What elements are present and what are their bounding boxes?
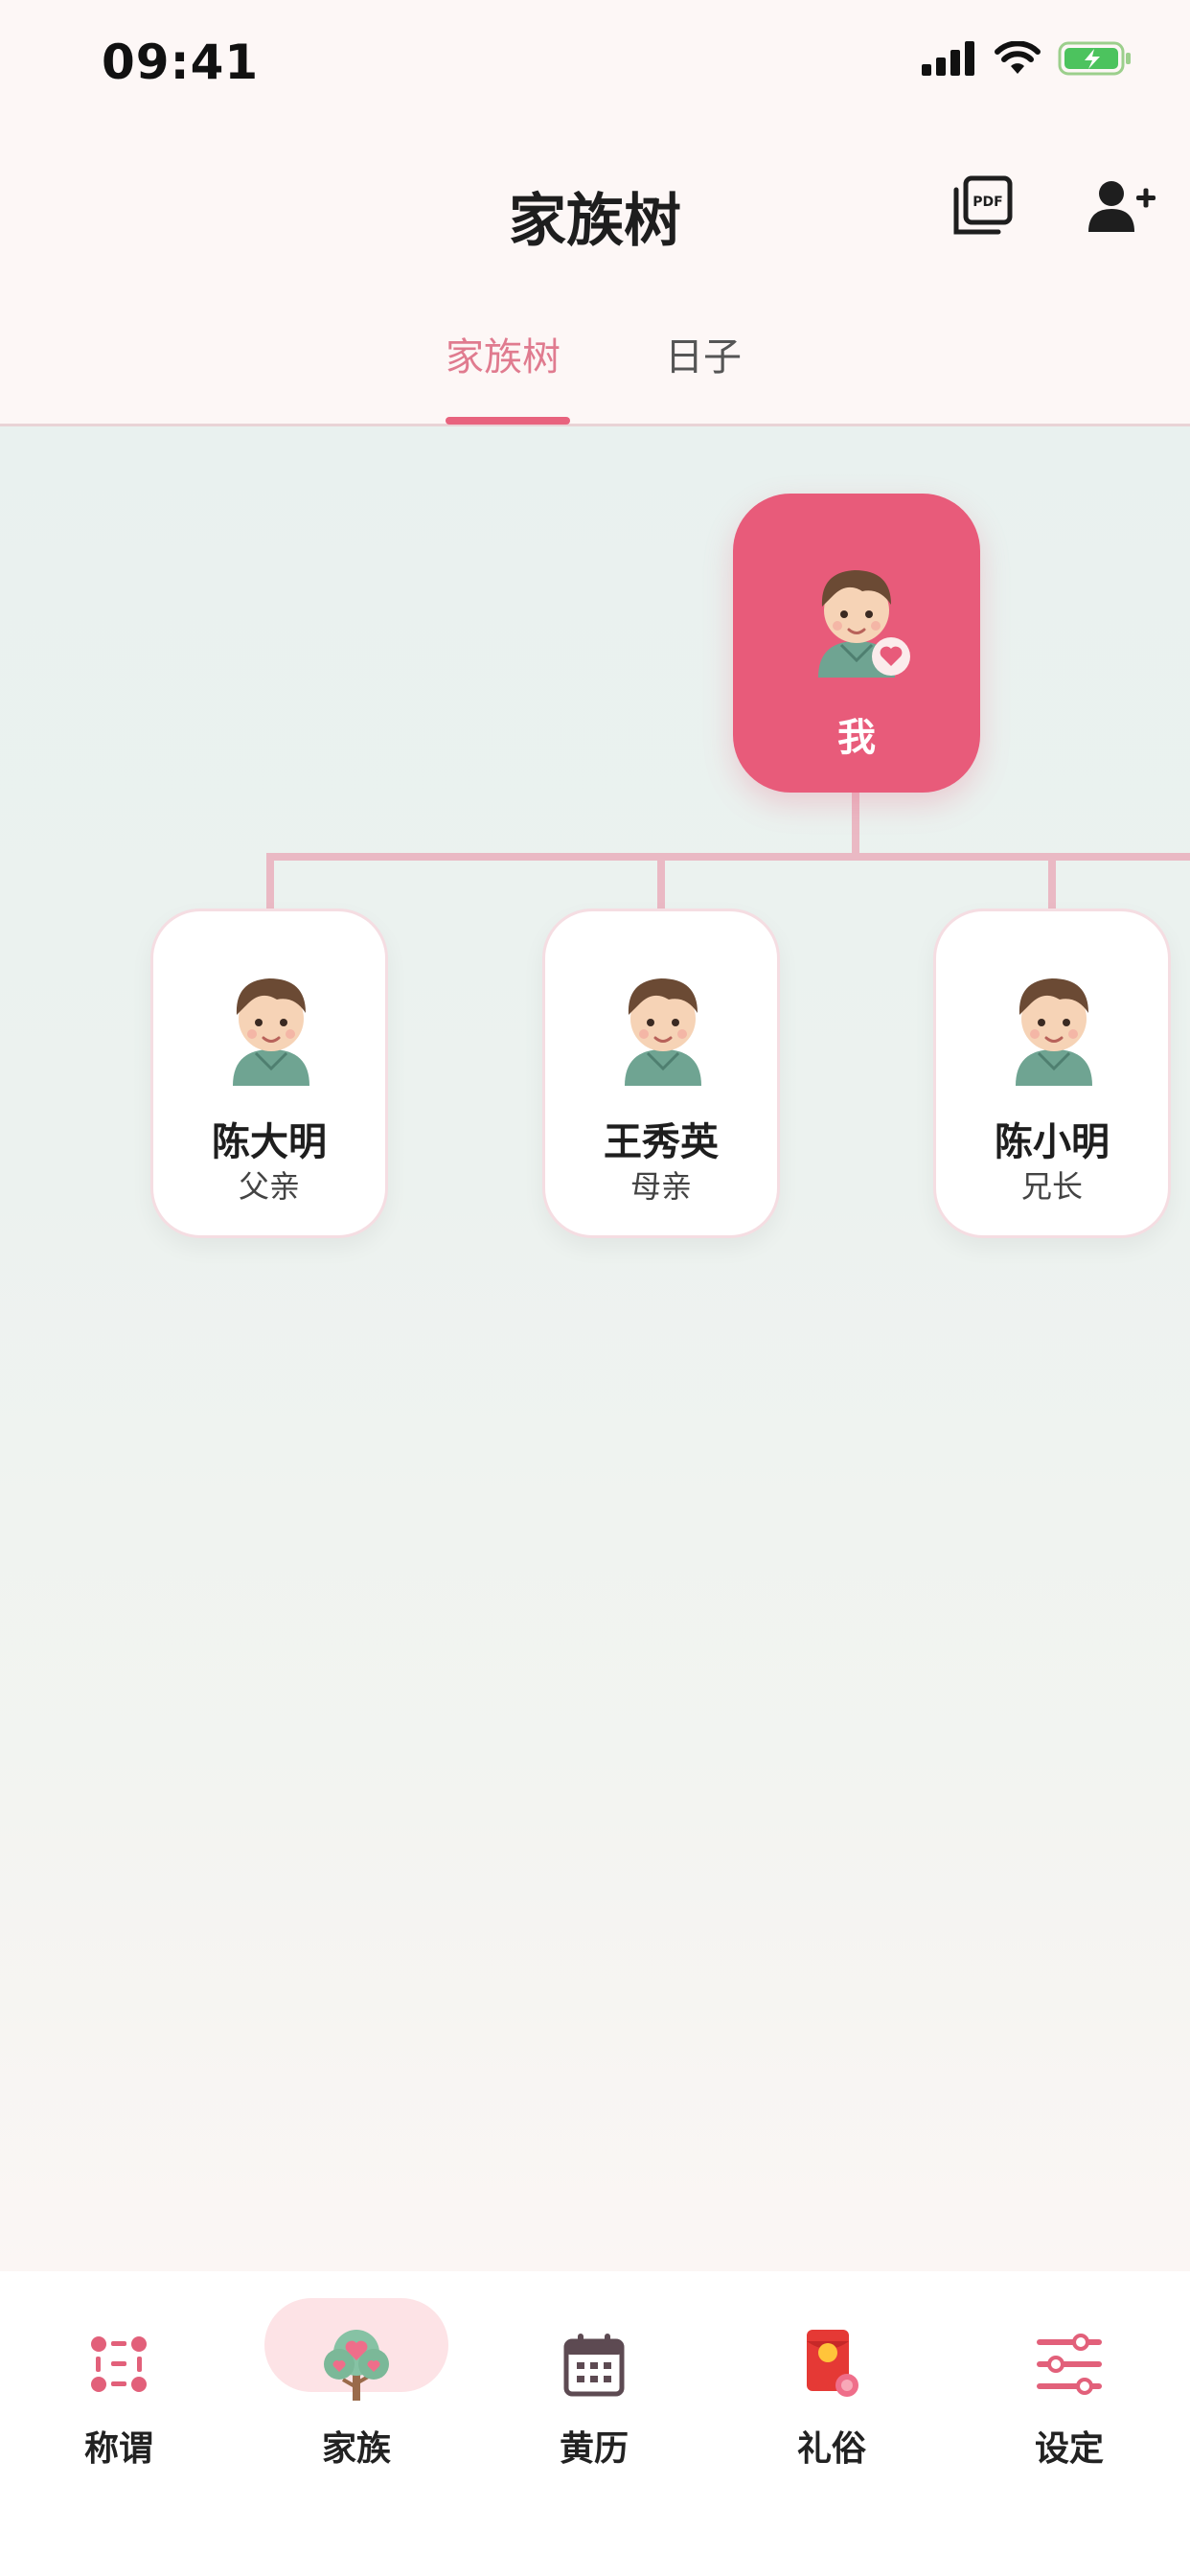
avatar — [625, 978, 701, 1086]
avatar — [1016, 978, 1092, 1086]
connector-vertical-main — [852, 793, 859, 860]
grid-icon — [66, 2312, 172, 2417]
member-relation: 父亲 — [238, 1168, 300, 1205]
pdf-label: PDF — [973, 195, 1002, 210]
battery-icon — [1058, 41, 1131, 76]
signal-icon — [922, 41, 974, 76]
status-icons — [922, 40, 1133, 77]
tab-days[interactable]: 日子 — [665, 326, 742, 381]
nav-item-settings[interactable]: 设定 — [950, 2271, 1188, 2576]
me-label: 我 — [837, 716, 876, 760]
avatar — [233, 978, 309, 1086]
member-card-father[interactable]: 陈大明 父亲 — [150, 908, 388, 1238]
member-name: 陈大明 — [212, 1120, 327, 1164]
me-card[interactable]: 我 — [733, 494, 980, 793]
tree-icon — [304, 2312, 409, 2417]
connector-father — [266, 853, 274, 908]
red-envelope-icon — [779, 2312, 884, 2417]
tree-canvas[interactable] — [0, 426, 1190, 2271]
nav-label: 称谓 — [83, 2429, 153, 2469]
nav-label: 黄历 — [559, 2429, 629, 2469]
nav-item-titles[interactable]: 称谓 — [0, 2271, 238, 2576]
pdf-icon: PDF — [953, 175, 1013, 235]
member-name: 王秀英 — [604, 1120, 719, 1164]
nav-label: 礼俗 — [796, 2429, 866, 2469]
status-bar: 09:41 — [0, 0, 1190, 134]
header: 家族树 PDF — [0, 134, 1190, 278]
add-member-button[interactable] — [1087, 178, 1157, 236]
member-card-brother[interactable]: 陈小明 兄长 — [933, 908, 1171, 1238]
nav-item-family[interactable]: 家族 — [238, 2271, 475, 2576]
nav-label: 设定 — [1034, 2429, 1104, 2469]
member-name: 陈小明 — [995, 1120, 1110, 1164]
tab-bar: 家族树 日子 — [0, 297, 1190, 426]
calendar-icon — [541, 2312, 647, 2417]
wifi-icon — [995, 41, 1041, 74]
settings-icon — [1017, 2312, 1122, 2417]
member-card-mother[interactable]: 王秀英 母亲 — [542, 908, 780, 1238]
avatar — [818, 570, 910, 678]
nav-item-customs[interactable]: 礼俗 — [713, 2271, 950, 2576]
bottom-nav: 称谓 家族 黄历 礼俗 设定 — [0, 2271, 1190, 2576]
member-relation: 兄长 — [1020, 1168, 1083, 1205]
nav-label: 家族 — [321, 2429, 391, 2469]
add-person-icon — [1088, 181, 1156, 232]
tab-family-tree[interactable]: 家族树 — [446, 326, 561, 381]
status-time: 09:41 — [102, 34, 260, 90]
connector-brother — [1048, 853, 1056, 908]
tab-indicator — [446, 417, 570, 425]
nav-item-almanac[interactable]: 黄历 — [475, 2271, 713, 2576]
connector-mother — [657, 853, 665, 908]
export-pdf-button[interactable]: PDF — [950, 174, 1014, 238]
member-relation: 母亲 — [629, 1168, 692, 1205]
